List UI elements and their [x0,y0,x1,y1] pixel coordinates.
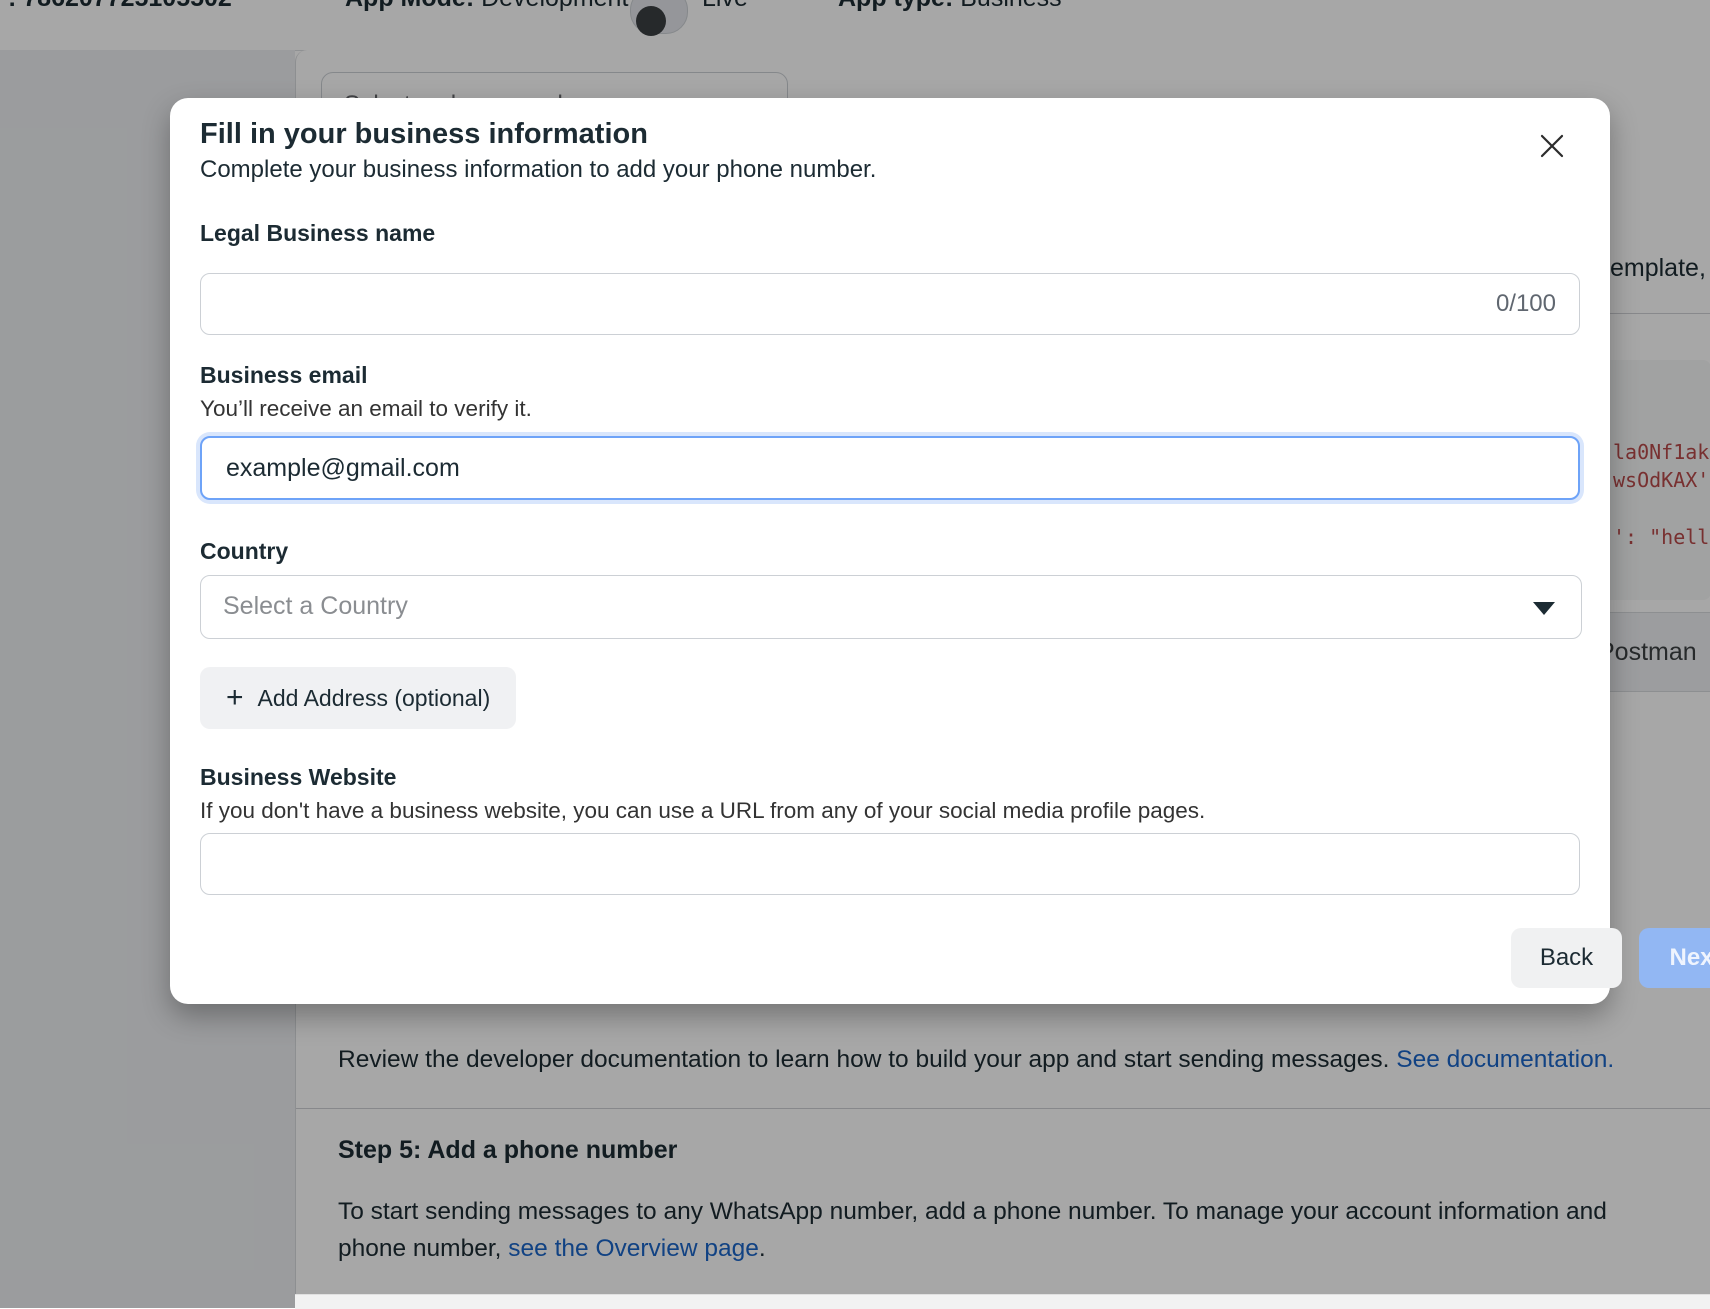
legal-name-input[interactable] [200,273,1580,335]
close-icon[interactable] [1536,130,1568,162]
country-label: Country [200,538,288,565]
next-button[interactable]: Next [1639,928,1710,988]
email-input[interactable] [200,436,1580,500]
dialog-title: Fill in your business information [200,118,648,151]
country-select[interactable]: Select a Country [200,575,1582,639]
legal-name-field-wrap: 0/100 [200,273,1580,335]
chevron-down-icon [1533,602,1555,615]
bottom-scroll-strip[interactable] [295,1294,1710,1309]
dialog-subtitle: Complete your business information to ad… [200,156,876,184]
legal-name-label: Legal Business name [200,220,435,247]
website-label: Business Website [200,764,396,791]
email-helper: You’ll receive an email to verify it. [200,396,532,422]
char-counter: 0/100 [1496,273,1556,335]
website-input[interactable] [200,833,1580,895]
website-helper: If you don't have a business website, yo… [200,798,1205,824]
plus-icon: + [226,683,244,713]
add-address-label: Add Address (optional) [258,685,491,712]
business-info-dialog: Fill in your business information Comple… [170,98,1610,1004]
country-placeholder: Select a Country [223,592,1581,621]
add-address-button[interactable]: + Add Address (optional) [200,667,516,729]
back-button[interactable]: Back [1511,928,1622,988]
email-label: Business email [200,362,367,389]
